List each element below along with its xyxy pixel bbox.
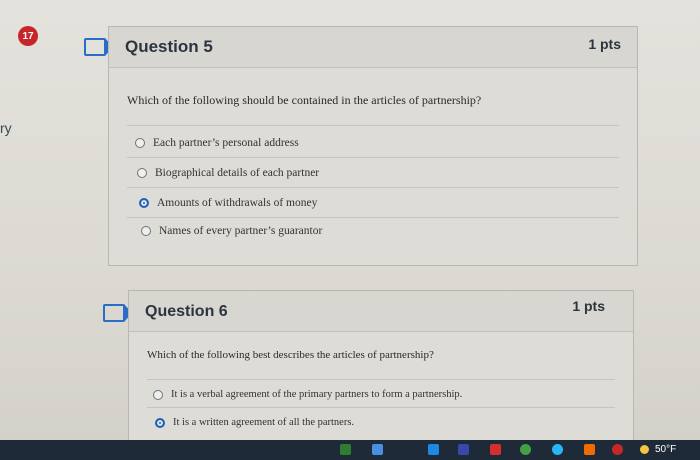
- temperature: 50°F: [655, 444, 677, 455]
- app-icon[interactable]: [612, 444, 623, 455]
- question-points: 1 pts: [588, 36, 621, 52]
- question-points: 1 pts: [572, 298, 605, 314]
- question-card-6: Question 6 1 pts Which of the following …: [128, 290, 634, 452]
- answer-label: Biographical details of each partner: [155, 167, 320, 179]
- weather-icon: [640, 445, 649, 454]
- answer-option[interactable]: Names of every partner’s guarantor: [141, 225, 322, 237]
- question-title: Question 5: [125, 37, 213, 56]
- divider: [127, 157, 619, 158]
- app-icon[interactable]: [552, 444, 563, 455]
- answer-option[interactable]: Each partner’s personal address: [135, 137, 299, 149]
- answer-option-selected[interactable]: It is a written agreement of all the par…: [155, 417, 354, 428]
- answer-label: It is a verbal agreement of the primary …: [171, 389, 463, 400]
- answer-label: Names of every partner’s guarantor: [159, 225, 323, 237]
- divider: [127, 187, 619, 188]
- answer-label: It is a written agreement of all the par…: [173, 417, 355, 428]
- left-nav-fragment[interactable]: ry: [0, 120, 12, 136]
- answer-label: Amounts of withdrawals of money: [157, 197, 318, 209]
- flag-question-icon[interactable]: [103, 304, 132, 322]
- radio-unselected-icon[interactable]: [153, 389, 163, 400]
- question-title: Question 6: [145, 303, 228, 320]
- app-icon[interactable]: [458, 444, 469, 455]
- divider: [127, 125, 619, 126]
- app-icon[interactable]: [584, 444, 595, 455]
- app-icon[interactable]: [340, 444, 351, 455]
- radio-unselected-icon[interactable]: [137, 168, 147, 178]
- divider: [147, 379, 615, 380]
- answer-label: Each partner’s personal address: [153, 137, 299, 149]
- question-header: Question 5 1 pts: [109, 27, 637, 68]
- radio-unselected-icon[interactable]: [135, 138, 145, 148]
- screen: ry 17 Question 5 1 pts Which of the foll…: [0, 0, 700, 460]
- question-prompt: Which of the following best describes th…: [147, 349, 434, 361]
- app-icon[interactable]: [372, 444, 383, 455]
- answer-option[interactable]: It is a verbal agreement of the primary …: [153, 389, 462, 400]
- question-prompt: Which of the following should be contain…: [127, 93, 482, 107]
- answer-option-selected[interactable]: Amounts of withdrawals of money: [139, 197, 317, 209]
- app-icon[interactable]: [490, 444, 501, 455]
- question-header: Question 6 1 pts: [129, 291, 633, 332]
- radio-selected-icon[interactable]: [139, 198, 149, 208]
- app-icon[interactable]: [428, 444, 439, 455]
- radio-unselected-icon[interactable]: [141, 226, 151, 236]
- answer-option[interactable]: Biographical details of each partner: [137, 167, 319, 179]
- question-card-5: Question 5 1 pts Which of the following …: [108, 26, 638, 266]
- divider: [147, 407, 615, 408]
- flag-question-icon[interactable]: [84, 38, 113, 56]
- divider: [127, 217, 619, 218]
- app-icon[interactable]: [520, 444, 531, 455]
- notification-badge[interactable]: 17: [18, 26, 38, 46]
- radio-selected-icon[interactable]: [155, 417, 165, 428]
- weather-widget[interactable]: 50°F: [640, 444, 676, 455]
